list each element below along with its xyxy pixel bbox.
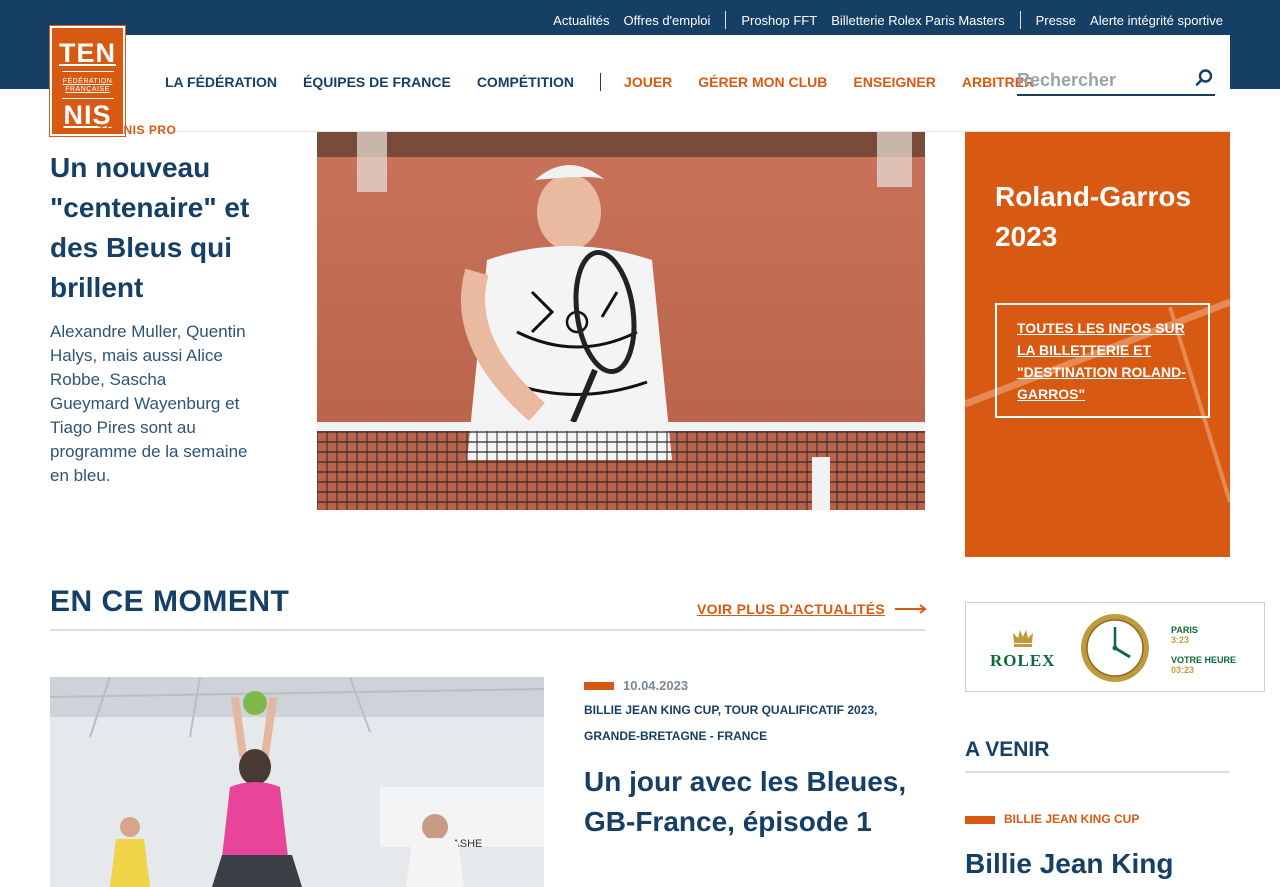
rolex-crown-icon (1013, 630, 1033, 647)
logo-text-ten: TEN (59, 38, 116, 68)
en-ce-moment-heading: EN CE MOMENT (50, 585, 290, 618)
voir-plus-label: VOIR PLUS D'ACTUALITÉS (697, 601, 886, 617)
rolex-local-time: 03:23 (1171, 665, 1195, 675)
nav-la-federation[interactable]: LA FÉDÉRATION (165, 74, 277, 90)
rolex-city: PARIS (1171, 625, 1198, 635)
search-input[interactable] (1017, 70, 1187, 91)
utility-divider (1019, 11, 1021, 29)
nav-enseigner[interactable]: ENSEIGNER (853, 74, 935, 90)
search-box (1017, 67, 1215, 96)
section-divider (50, 629, 925, 631)
rolex-city-time: 3:23 (1171, 635, 1190, 645)
promo-title: Roland-Garros 2023 (995, 181, 1192, 252)
utility-link-billetterie-rolex[interactable]: Billetterie Rolex Paris Masters (824, 13, 1011, 28)
rolex-local-label: VOTRE HEURE (1171, 655, 1237, 665)
upcoming-tag[interactable]: BILLIE JEAN KING CUP (1004, 812, 1139, 826)
logo-text-federation: FÉDÉRATION (62, 78, 113, 85)
utility-link-alerte-integrite[interactable]: Alerte intégrité sportive (1083, 13, 1230, 28)
news-photo[interactable]: Arthur ASHE (50, 677, 544, 887)
clock-icon (1081, 614, 1149, 682)
billetterie-info-button[interactable]: TOUTES LES INFOS SUR LA BILLETTERIE ET "… (995, 303, 1210, 418)
news-tags[interactable]: BILLIE JEAN KING CUP, TOUR QUALIFICATIF … (584, 697, 929, 749)
search-icon[interactable] (1195, 69, 1213, 87)
logo-rule (61, 98, 114, 100)
utility-nav: Actualités Offres d'emploi Proshop FFT B… (546, 11, 1230, 29)
nav-equipes-de-france[interactable]: ÉQUIPES DE FRANCE (303, 74, 451, 90)
utility-link-actualites[interactable]: Actualités (546, 13, 616, 28)
arrow-right-icon (895, 604, 927, 614)
training-gym-photo: Arthur ASHE (50, 677, 544, 887)
roland-garros-promo[interactable]: Roland-Garros 2023 TOUTES LES INFOS SUR … (965, 132, 1230, 557)
a-venir-heading: A VENIR (965, 738, 1050, 761)
hero-category[interactable]: TENNIS PRO (98, 123, 176, 137)
nav-competition[interactable]: COMPÉTITION (477, 74, 574, 90)
upcoming-event-title[interactable]: Billie Jean King (965, 848, 1174, 880)
voir-plus-actualites-link[interactable]: VOIR PLUS D'ACTUALITÉS (697, 601, 927, 617)
main-nav: LA FÉDÉRATION ÉQUIPES DE FRANCE COMPÉTIT… (165, 73, 1060, 91)
logo-text-francaise: FRANÇAISE (65, 86, 110, 94)
hero-photo[interactable] (317, 132, 925, 510)
news-date: 10.04.2023 (623, 678, 689, 693)
a-venir-divider (965, 771, 1230, 773)
tennis-player-photo (317, 132, 925, 510)
fft-tennis-logo[interactable]: TEN FÉDÉRATION FRANÇAISE NIS (50, 26, 125, 136)
utility-link-proshop[interactable]: Proshop FFT (734, 13, 824, 28)
hero-description: Alexandre Muller, Quentin Halys, mais au… (50, 322, 248, 485)
nav-divider (600, 73, 602, 91)
hero-title[interactable]: Un nouveau "centenaire" et des Bleus qui… (50, 148, 295, 308)
utility-link-offres-emploi[interactable]: Offres d'emploi (617, 13, 718, 28)
upcoming-tag-marker (965, 816, 995, 824)
logo-rule (61, 71, 114, 72)
rolex-wordmark: ROLEX (990, 651, 1056, 670)
rolex-ad[interactable]: ROLEX PARIS 3:23 VOTRE HEURE 03:23 (965, 602, 1265, 692)
utility-link-presse[interactable]: Presse (1029, 13, 1083, 28)
news-title[interactable]: Un jour avec les Bleues, GB-France, épis… (584, 762, 924, 842)
main-header: TEN FÉDÉRATION FRANÇAISE NIS LA FÉDÉRATI… (50, 26, 1230, 136)
nav-gerer-mon-club[interactable]: GÉRER MON CLUB (698, 74, 827, 90)
utility-divider (725, 11, 727, 29)
nav-jouer[interactable]: JOUER (624, 74, 672, 90)
news-date-marker (584, 682, 614, 690)
